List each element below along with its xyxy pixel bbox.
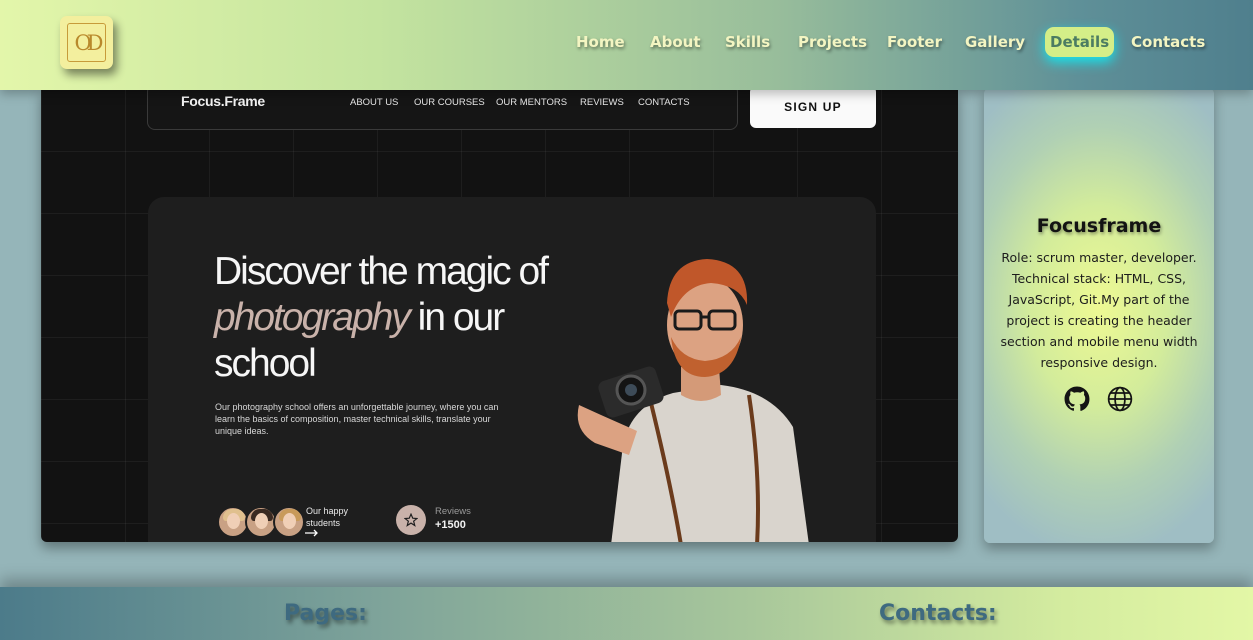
nav-details[interactable]: Details	[1045, 27, 1115, 57]
preview-link-mentors: OUR MENTORS	[496, 97, 568, 108]
globe-icon[interactable]	[1107, 386, 1133, 412]
site-header: OD Home About Skills Projects Footer Gal…	[0, 0, 1253, 90]
project-details-card: Focusframe Role: scrum master, developer…	[984, 88, 1214, 543]
project-description: Role: scrum master, developer. Technical…	[1000, 250, 1198, 370]
avatar	[273, 506, 305, 538]
nav-projects[interactable]: Projects	[798, 27, 867, 57]
nav-skills[interactable]: Skills	[725, 27, 770, 57]
arrow-right-icon	[305, 529, 318, 537]
hero-title-accent: photography	[214, 296, 411, 339]
preview-link-courses: OUR COURSES	[414, 97, 485, 108]
reviews-label: Reviews	[435, 506, 471, 517]
preview-navbar: Focus.Frame ABOUT US OUR COURSES OUR MEN…	[147, 90, 738, 130]
happy-students-label: Our happy students	[306, 506, 349, 528]
nav-gallery[interactable]: Gallery	[965, 27, 1025, 57]
logo[interactable]: OD	[60, 16, 113, 69]
nav-home[interactable]: Home	[576, 27, 625, 57]
footer-contacts-heading: Contacts:	[879, 601, 997, 626]
preview-link-about: ABOUT US	[350, 97, 399, 108]
nav-contacts[interactable]: Contacts	[1131, 27, 1205, 57]
site-footer: Pages: Contacts:	[0, 587, 1253, 640]
preview-hero-title: Discover the magic of photography in our…	[214, 250, 549, 385]
student-avatars	[217, 506, 307, 540]
footer-pages-heading: Pages:	[284, 601, 367, 626]
preview-hero-description: Our photography school offers an unforge…	[215, 402, 499, 436]
reviews-count: +1500	[435, 519, 466, 531]
project-title: Focusframe	[1036, 215, 1162, 237]
photographer-image	[577, 259, 809, 542]
preview-brand: Focus.Frame	[181, 93, 265, 109]
preview-link-contacts: CONTACTS	[638, 97, 690, 108]
logo-monogram: OD	[74, 30, 103, 55]
project-preview: Focus.Frame ABOUT US OUR COURSES OUR MEN…	[41, 90, 958, 542]
preview-link-reviews: REVIEWS	[580, 97, 624, 108]
star-icon	[396, 505, 426, 535]
github-icon[interactable]	[1064, 386, 1090, 412]
nav-about[interactable]: About	[650, 27, 701, 57]
preview-signup-button: SIGN UP	[750, 90, 876, 128]
nav-footer[interactable]: Footer	[887, 27, 942, 57]
